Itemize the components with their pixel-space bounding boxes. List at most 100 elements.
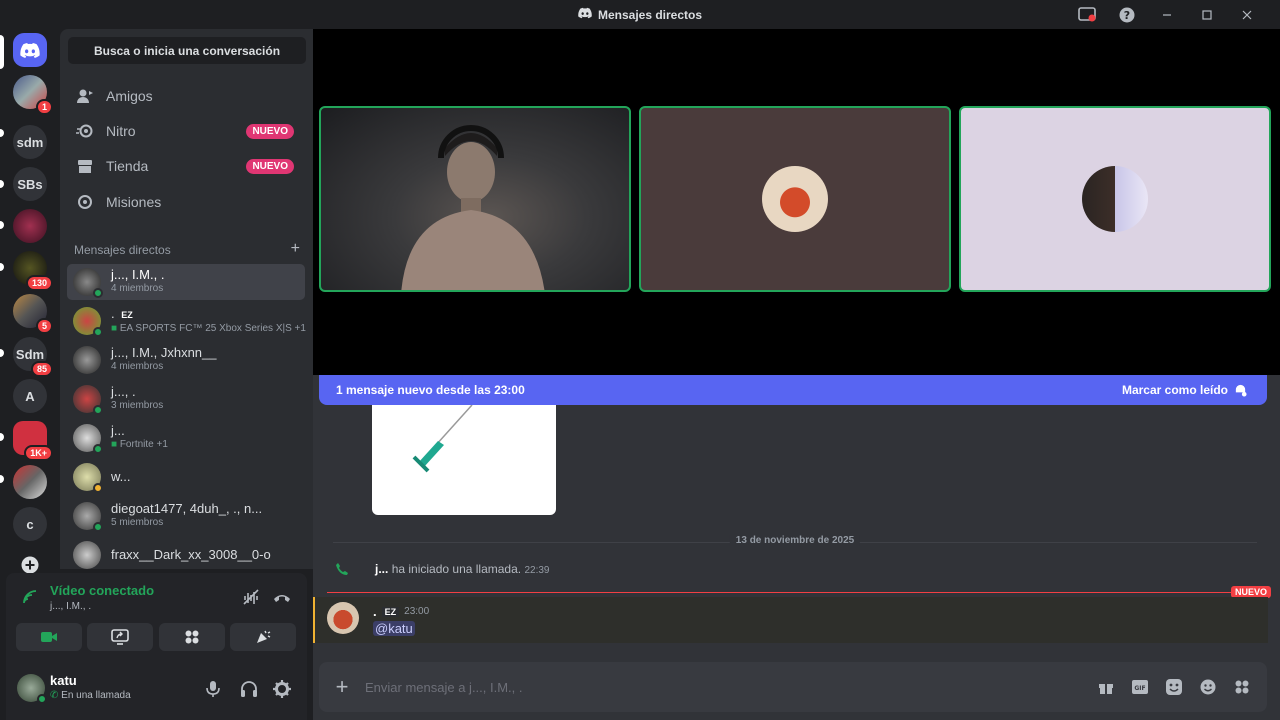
call-area (313, 29, 1280, 375)
server-icon[interactable]: Sdm 85 (13, 337, 53, 377)
server-icon[interactable]: SBs (13, 167, 47, 201)
dm-subtitle: 3 miembros (111, 400, 164, 411)
participant-avatar (1082, 166, 1148, 232)
message-time: 23:00 (404, 606, 430, 617)
dm-item[interactable]: j..., .3 miembros (67, 381, 305, 417)
message[interactable]: . EZ 23:00 @katu (313, 597, 1268, 643)
server-icon[interactable]: c (13, 507, 47, 541)
activities-button[interactable] (159, 623, 225, 651)
dm-item[interactable]: . EZ ■ EA SPORTS FC™ 25 Xbox Series X|S … (67, 303, 306, 339)
message-input[interactable]: Enviar mensaje a j..., I.M., . (365, 680, 523, 695)
home-button[interactable] (13, 33, 47, 67)
disconnect-icon[interactable] (273, 590, 291, 608)
username[interactable]: katu (50, 673, 77, 688)
server-badge: 130 (25, 275, 53, 291)
dm-item[interactable]: j..., I.M., Jxhxnn__ 4 miembros (67, 342, 305, 378)
server-badge: 1K+ (24, 445, 53, 461)
nav-quests[interactable]: Misiones (68, 185, 306, 219)
phone-icon: ✆ (50, 690, 62, 701)
server-icon[interactable] (13, 465, 47, 499)
avatar (73, 307, 103, 337)
dm-item[interactable]: diegoat1477, 4duh_, ., n... 5 miembros (67, 498, 305, 534)
user-panel: katu ✆ En una llamada (6, 661, 307, 720)
close-icon[interactable] (1238, 6, 1256, 24)
camera-button[interactable] (16, 623, 82, 651)
titlebar: Mensajes directos ? (0, 0, 1280, 29)
clan-tag[interactable]: EZ (381, 606, 400, 617)
add-dm-icon[interactable]: + (291, 241, 300, 257)
nav-label: Misiones (106, 194, 162, 210)
unread-indicator (0, 129, 4, 137)
voice-channel[interactable]: j..., I.M., . (50, 601, 91, 612)
svg-text:?: ? (1124, 9, 1130, 22)
maximize-icon[interactable] (1198, 6, 1216, 24)
server-icon[interactable]: sdm (13, 125, 47, 159)
inbox-icon[interactable] (1078, 6, 1096, 24)
server-icon[interactable] (13, 209, 47, 243)
image-attachment[interactable] (372, 404, 556, 515)
discord-logo-icon (20, 42, 40, 58)
author-name[interactable]: . (373, 604, 377, 619)
signal-icon[interactable] (22, 589, 38, 610)
mention[interactable]: @katu (373, 621, 415, 636)
dm-header: Mensajes directos + (74, 241, 300, 258)
emoji-icon[interactable] (1199, 678, 1217, 696)
webcam-feed (401, 125, 545, 290)
new-messages-bar[interactable]: 1 mensaje nuevo desde las 23:00 Marcar c… (319, 375, 1267, 405)
server-label: A (25, 388, 35, 404)
clan-tag: EZ (118, 309, 136, 320)
dm-name: diegoat1477, 4duh_, ., n... (111, 501, 263, 516)
apps-icon[interactable] (1233, 678, 1251, 696)
upload-plus-icon[interactable]: + (319, 674, 365, 700)
noise-suppression-icon[interactable] (242, 588, 260, 611)
mark-read-button[interactable]: Marcar como leído (1122, 383, 1247, 397)
microphone-icon[interactable] (206, 680, 220, 703)
nav-friends[interactable]: Amigos (68, 79, 306, 113)
game-icon: ■ (111, 439, 120, 450)
help-icon[interactable]: ? (1118, 6, 1136, 24)
server-badge: 1 (35, 99, 53, 115)
dm-name: w... (111, 469, 131, 484)
dm-item[interactable]: j... ■ Fortnite +1 (67, 420, 305, 456)
server-icon[interactable]: 5 (13, 294, 53, 334)
discord-logo-icon (578, 7, 592, 22)
user-avatar[interactable] (17, 674, 47, 704)
video-tile[interactable] (319, 106, 631, 292)
settings-gear-icon[interactable] (273, 680, 291, 703)
call-user[interactable]: j... (375, 562, 388, 576)
dm-name: j..., . (111, 384, 136, 399)
nav-nitro[interactable]: Nitro NUEVO (68, 114, 306, 148)
nav-store[interactable]: Tienda NUEVO (68, 149, 306, 183)
voice-status[interactable]: Vídeo conectado (50, 583, 154, 598)
dm-item[interactable]: j..., I.M., .4 miembros (67, 264, 305, 300)
server-label: sdm (16, 134, 44, 150)
server-icon[interactable]: 130 (13, 251, 53, 291)
dm-subtitle: 4 miembros (111, 283, 164, 294)
server-icon[interactable]: 1K+ (13, 421, 53, 461)
headphones-icon[interactable] (240, 680, 258, 703)
soundboard-button[interactable] (230, 623, 296, 651)
video-tile[interactable] (959, 106, 1271, 292)
new-badge: NUEVO (246, 158, 294, 174)
gif-icon[interactable]: GIF (1131, 678, 1149, 696)
minimize-icon[interactable] (1158, 6, 1176, 24)
author-avatar[interactable] (327, 602, 359, 634)
window-title: Mensajes directos (578, 7, 702, 22)
screenshare-button[interactable] (87, 623, 153, 651)
avatar (73, 346, 101, 374)
server-icon[interactable]: 1 (13, 75, 53, 115)
search-button[interactable]: Busca o inicia una conversación (68, 37, 306, 64)
gift-icon[interactable] (1097, 678, 1115, 696)
message-composer[interactable]: + Enviar mensaje a j..., I.M., . GIF (319, 662, 1267, 712)
avatar (73, 463, 103, 493)
dm-item[interactable]: fraxx__Dark_xx_3008__0-o (67, 537, 305, 573)
new-messages-text[interactable]: 1 mensaje nuevo desde las 23:00 (336, 383, 525, 397)
avatar (73, 385, 103, 415)
unread-indicator (0, 475, 4, 483)
nav-label: Nitro (106, 123, 136, 139)
avatar (73, 268, 103, 298)
server-icon[interactable]: A (13, 379, 47, 413)
video-tile[interactable] (639, 106, 951, 292)
sticker-icon[interactable] (1165, 678, 1183, 696)
dm-item[interactable]: w... (67, 459, 305, 495)
